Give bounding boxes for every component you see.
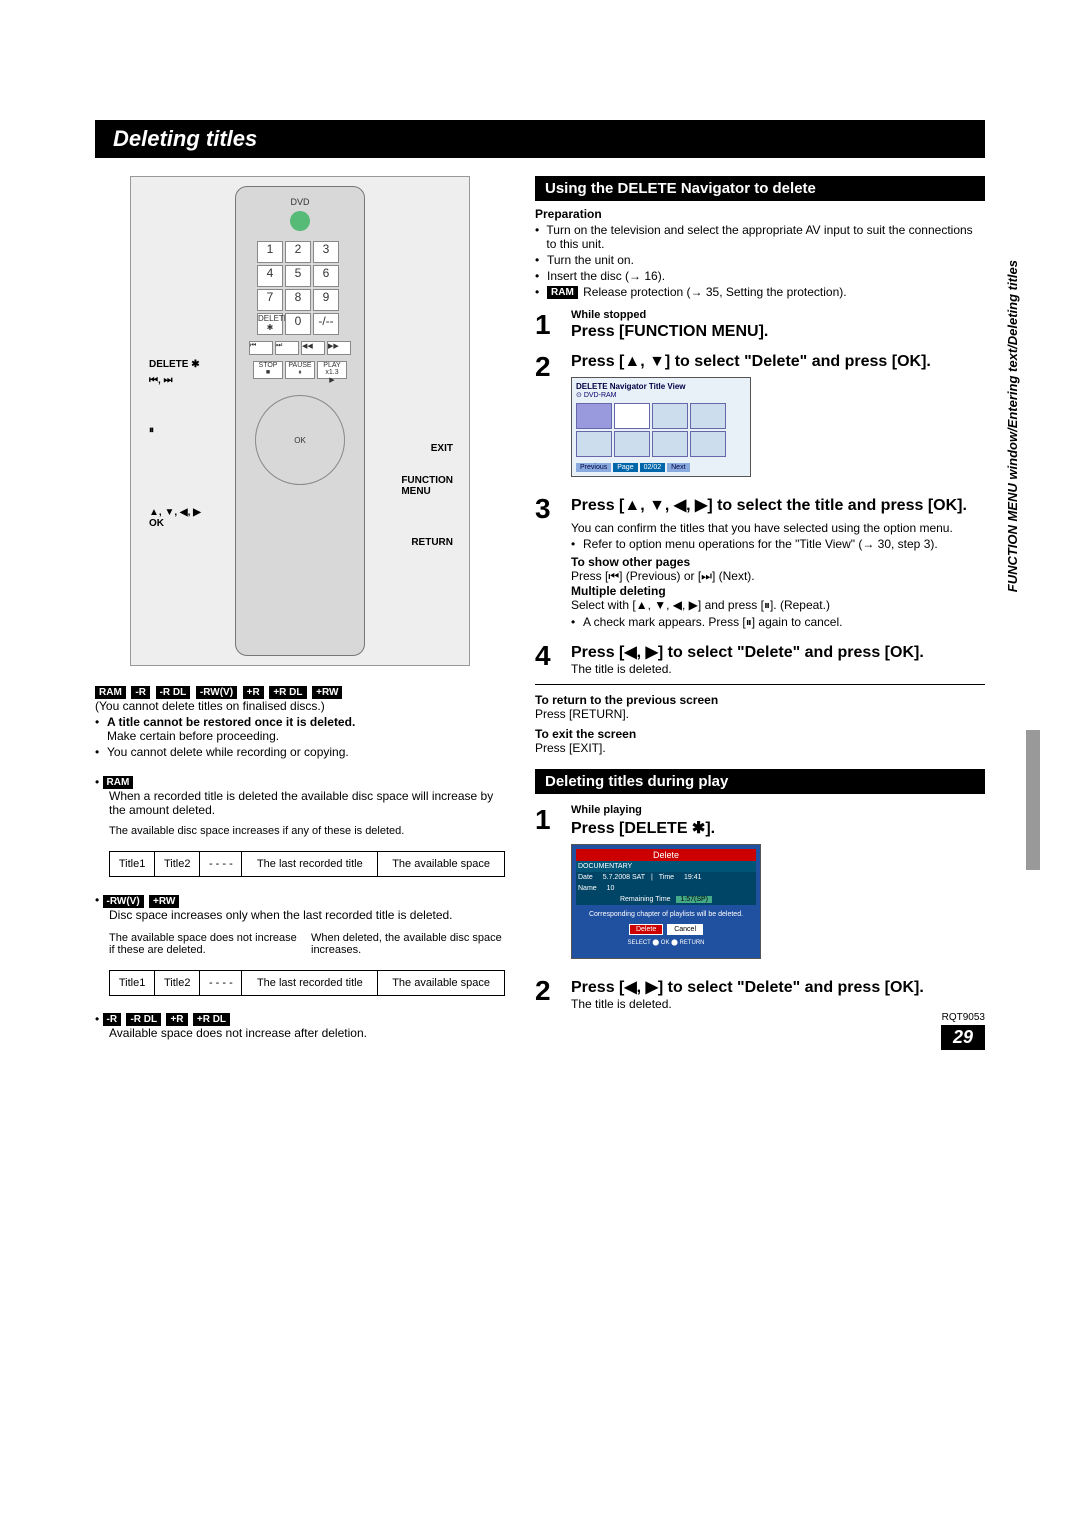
keypad: 123 456 789 DELETE✱0-/--: [257, 241, 343, 335]
side-tab: FUNCTION MENU window/Entering text/Delet…: [1005, 260, 1020, 592]
step3-h2c: A check mark appears. Press [⏸] again to…: [583, 615, 842, 630]
badge: -R: [131, 686, 150, 699]
prep-b4: Release protection (→ 35, Setting the pr…: [580, 285, 847, 299]
prep-heading: Preparation: [535, 207, 985, 221]
badge-ram-prep: RAM: [547, 286, 578, 299]
label-exit: EXIT: [431, 443, 453, 454]
label-arrows: ▲, ▼, ◀, ▶ OK: [149, 507, 201, 529]
badge-ram: RAM: [103, 776, 134, 789]
table-cell: - - - -: [200, 852, 242, 877]
step3-note2: Refer to option menu operations for the …: [583, 537, 938, 551]
disc-space-table-2: Title1 Title2 - - - - The last recorded …: [109, 970, 505, 996]
table-cell: Title1: [110, 852, 155, 877]
step-number-4: 4: [535, 640, 561, 676]
label-return: RETURN: [411, 537, 453, 548]
box-caption-left: The available space does not increase if…: [109, 932, 303, 956]
bullet-no-restore: A title cannot be restored once it is de…: [107, 715, 355, 729]
delete-nav-screenshot: DELETE Navigator Title View ⊙ DVD-RAM: [571, 377, 751, 477]
prep-b1: Turn on the television and select the ap…: [546, 223, 985, 251]
section-delete-nav: Using the DELETE Navigator to delete: [535, 176, 985, 201]
badge: +R: [243, 686, 264, 699]
table-cell: The available space: [378, 970, 505, 995]
badge: -R: [103, 1013, 122, 1026]
step2-title: Press [▲, ▼] to select "Delete" and pres…: [571, 353, 985, 371]
step-number-2: 2: [535, 351, 561, 483]
step1-title: Press [FUNCTION MENU].: [571, 323, 985, 341]
box-caption-right: When deleted, the available disc space i…: [311, 932, 505, 956]
prep-b2: Turn the unit on.: [547, 253, 634, 267]
return-body: Press [RETURN].: [535, 707, 985, 721]
table-cell: The available space: [378, 852, 505, 877]
play-step-2: 2: [535, 975, 561, 1011]
step3-h2b: Select with [▲, ▼, ◀, ▶] and press [⏸]. …: [571, 598, 985, 613]
step3-title: Press [▲, ▼, ◀, ▶] to select the title a…: [571, 495, 985, 515]
disc-space-table-1: Title1 Title2 - - - - The last recorded …: [109, 851, 505, 877]
label-skip: ⏮, ⏭: [149, 375, 173, 386]
badge: RAM: [95, 686, 126, 699]
bullet-no-delete-rec: You cannot delete while recording or cop…: [107, 745, 349, 759]
table-cell: - - - -: [200, 970, 242, 995]
badge: -R DL: [126, 1013, 161, 1026]
left-column: DELETE ✱ ⏮, ⏭ ⏸ ▲, ▼, ◀, ▶ OK EXIT FUNCT…: [95, 176, 505, 1040]
playstep1-title: Press [DELETE ✱].: [571, 818, 985, 838]
return-title: To return to the previous screen: [535, 693, 985, 707]
remote-body: DVD 123 456 789 DELETE✱0-/-- ⏮⏭◀◀▶▶ STOP…: [235, 186, 365, 656]
bullet-no-restore-b: Make certain before proceeding.: [107, 729, 279, 743]
page-footer: RQT9053 29: [941, 1012, 985, 1050]
step1-sub: While stopped: [571, 309, 985, 321]
play-step-1: 1: [535, 804, 561, 965]
badge: -R DL: [156, 686, 191, 699]
step4-note: The title is deleted.: [571, 662, 985, 676]
disc-badges-row: RAM -R -R DL -RW(V) +R +R DL +RW: [95, 684, 505, 699]
ram-note: When a recorded title is deleted the ava…: [109, 789, 505, 817]
playstep2-title: Press [◀, ▶] to select "Delete" and pres…: [571, 977, 985, 997]
table-cell: Title1: [110, 970, 155, 995]
playstep1-sub: While playing: [571, 804, 985, 816]
rdl-note: Available space does not increase after …: [109, 1026, 505, 1040]
table-cell: Title2: [155, 852, 200, 877]
step-number-1: 1: [535, 309, 561, 341]
label-pause: ⏸: [149, 425, 154, 436]
section-delete-play: Deleting titles during play: [535, 769, 985, 794]
delete-dialog-screenshot: Delete DOCUMENTARY Date 5.7.2008 SAT | T…: [571, 844, 761, 959]
table-caption-1: The available disc space increases if an…: [109, 825, 505, 837]
step3-h2: Multiple deleting: [571, 584, 985, 598]
badge: +R DL: [269, 686, 306, 699]
label-delete: DELETE ✱: [149, 359, 200, 370]
badge: +RW: [312, 686, 342, 699]
rqt-code: RQT9053: [941, 1012, 985, 1023]
note-finalised: (You cannot delete titles on finalised d…: [95, 699, 505, 713]
right-column: Using the DELETE Navigator to delete Pre…: [535, 176, 985, 1040]
playstep2-note: The title is deleted.: [571, 997, 985, 1011]
exit-body: Press [EXIT].: [535, 741, 985, 755]
label-dvd: DVD: [290, 197, 309, 207]
step3-h1: To show other pages: [571, 555, 985, 569]
step3-h1b: Press [⏮] (Previous) or [⏭] (Next).: [571, 569, 985, 584]
badge: -RW(V): [196, 686, 237, 699]
side-index-bar: [1026, 730, 1040, 870]
badge: +R: [166, 1013, 187, 1026]
prep-b3: Insert the disc (→ 16).: [547, 269, 665, 283]
rw-note: Disc space increases only when the last …: [109, 908, 505, 922]
exit-title: To exit the screen: [535, 727, 985, 741]
remote-figure: DELETE ✱ ⏮, ⏭ ⏸ ▲, ▼, ◀, ▶ OK EXIT FUNCT…: [130, 176, 470, 666]
dpad: OK: [255, 395, 345, 485]
table-cell: The last recorded title: [242, 970, 378, 995]
step3-note1: You can confirm the titles that you have…: [571, 521, 985, 535]
table-cell: Title2: [155, 970, 200, 995]
page-number: 29: [941, 1025, 985, 1050]
table-cell: The last recorded title: [242, 852, 378, 877]
step4-title: Press [◀, ▶] to select "Delete" and pres…: [571, 642, 985, 662]
badge: +R DL: [193, 1013, 230, 1026]
badge: -RW(V): [103, 895, 144, 908]
power-icon: [290, 211, 310, 231]
label-funcmenu: FUNCTION MENU: [401, 475, 453, 497]
badge: +RW: [149, 895, 179, 908]
page-title: Deleting titles: [95, 120, 985, 158]
step-number-3: 3: [535, 493, 561, 630]
